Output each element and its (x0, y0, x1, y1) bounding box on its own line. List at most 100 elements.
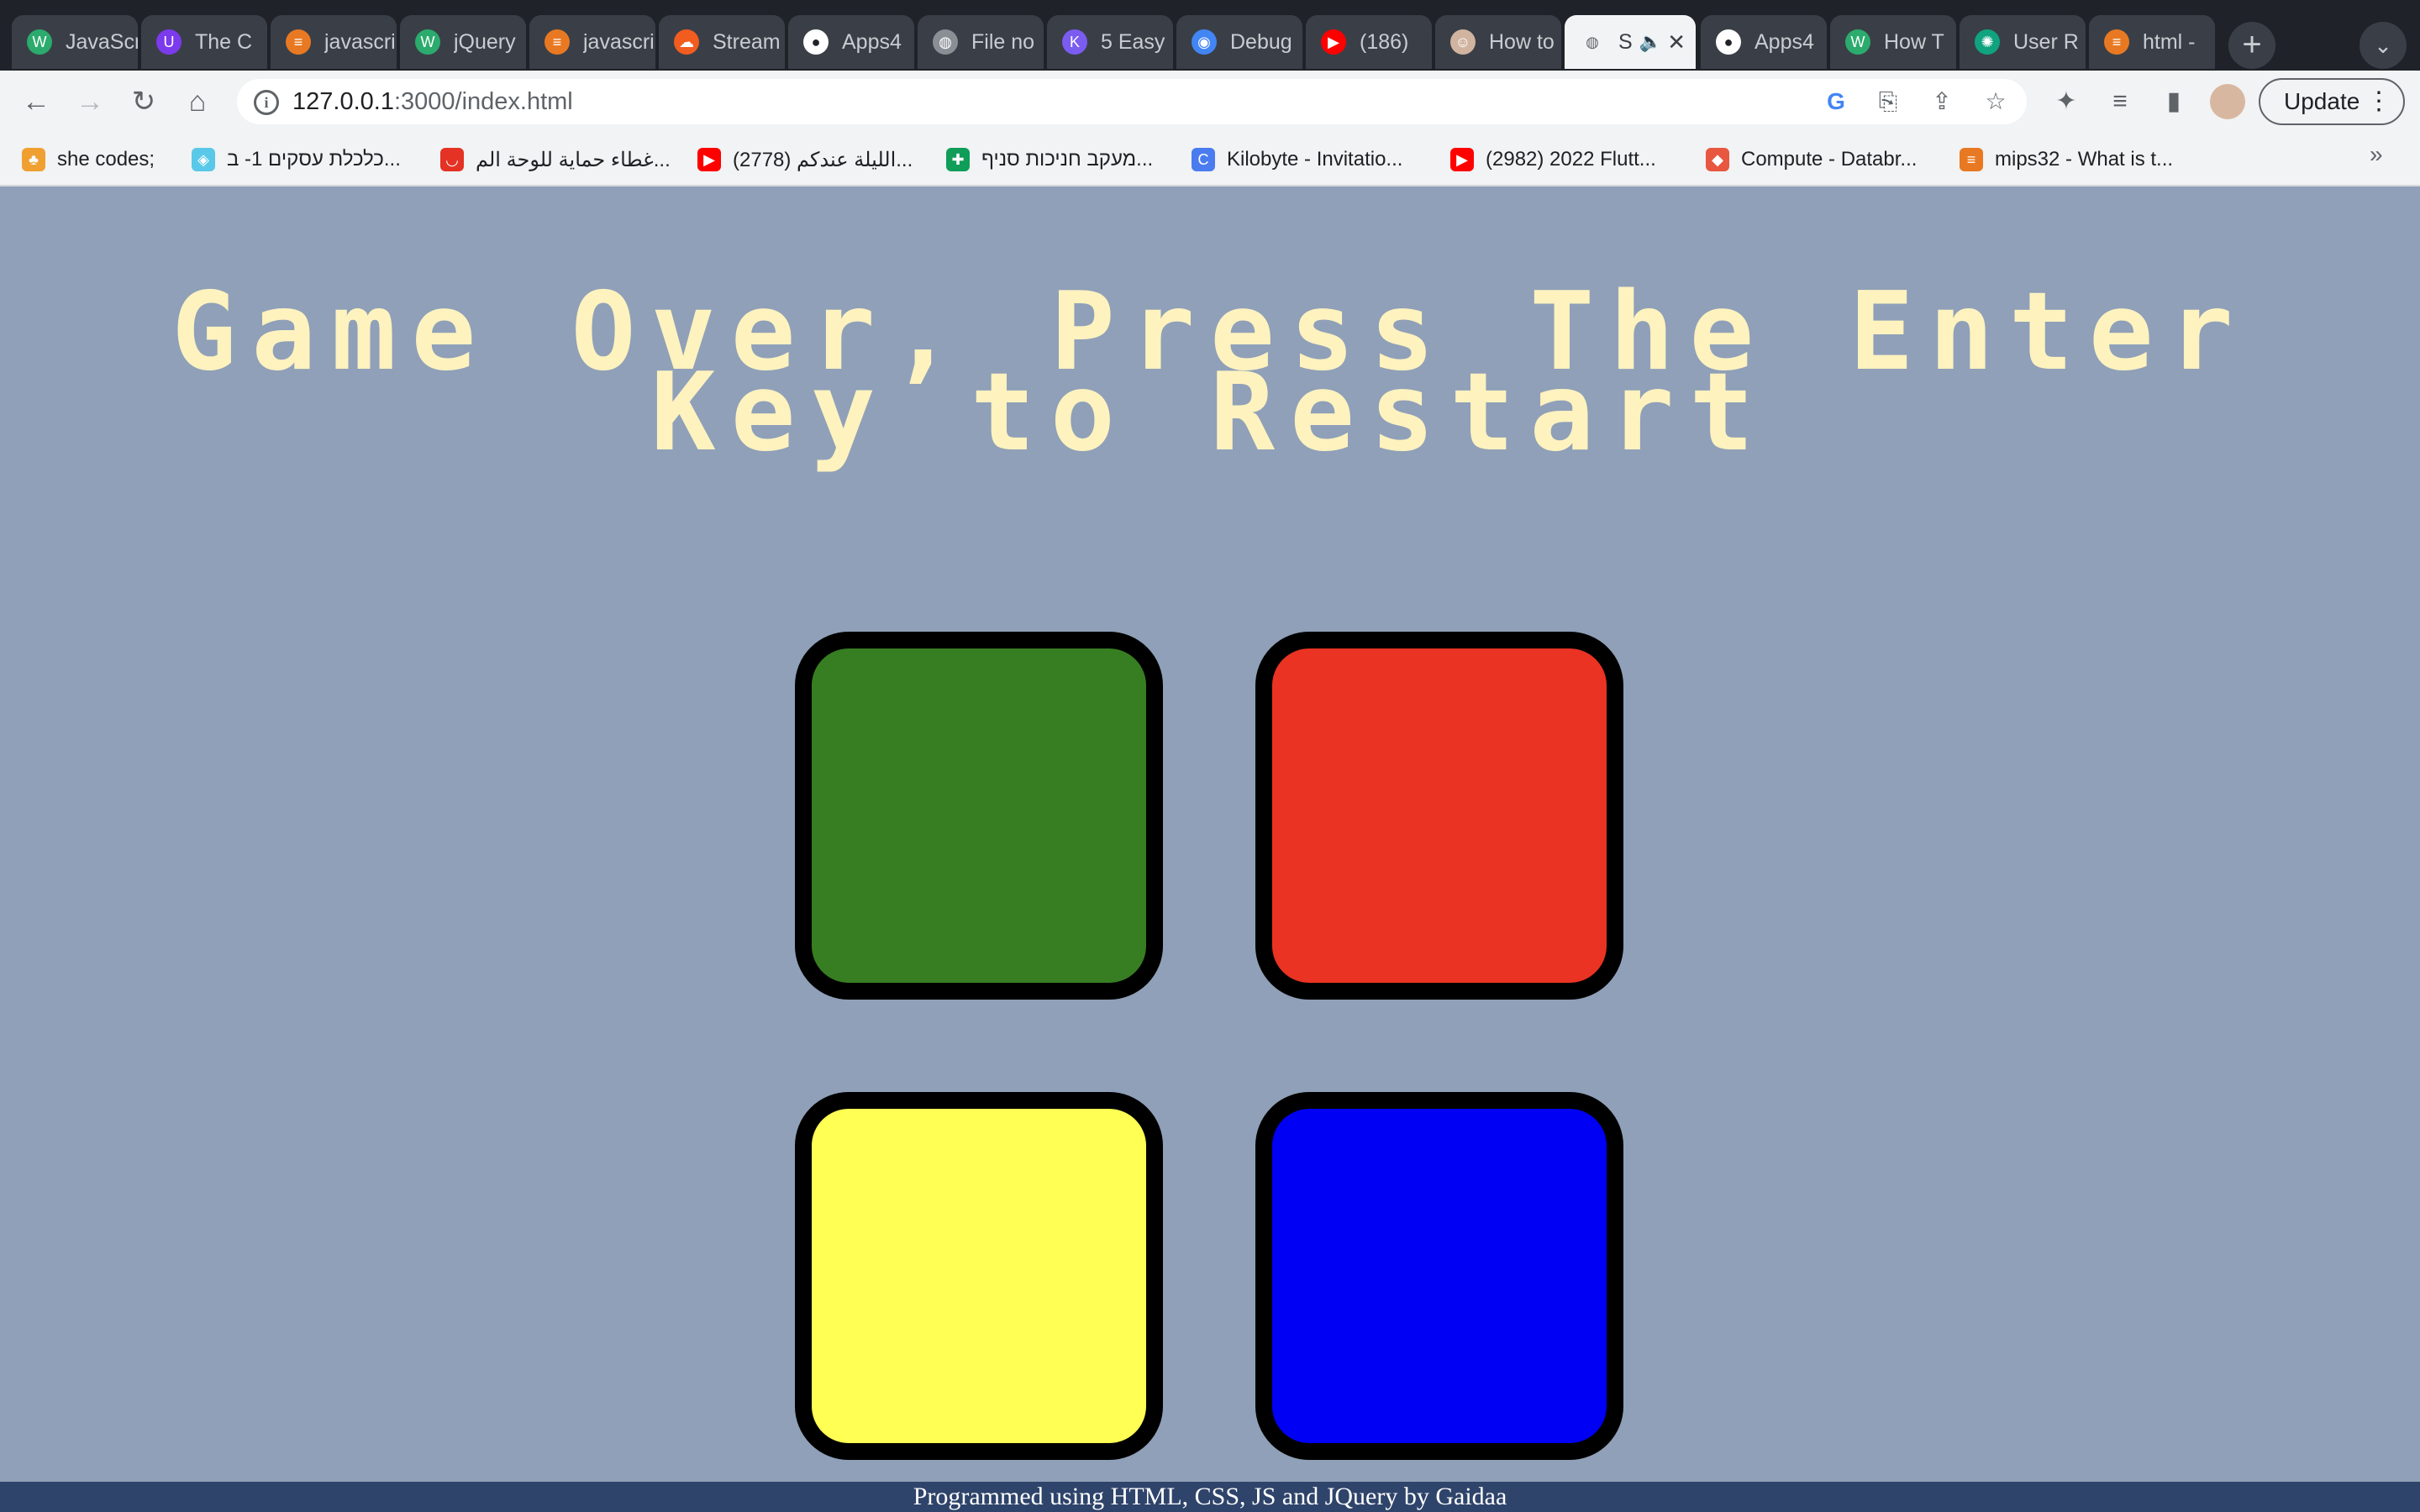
red-pad-button[interactable] (1255, 632, 1623, 1000)
bookmark-item[interactable]: ✚ מעקב חניכות סניף... (946, 144, 1153, 175)
youtube-icon: ▶ (1321, 29, 1346, 55)
bookmark-star-icon[interactable]: ☆ (1980, 86, 2012, 118)
tab-15[interactable]: ✺ User R (1960, 15, 2086, 69)
tab-title: javascript (583, 29, 655, 54)
bookmark-label: (2982) 2022 Flutt... (1486, 148, 1656, 171)
tab-title: Stream (713, 29, 781, 54)
soundcloud-icon: ☁ (674, 29, 699, 55)
tab-0[interactable]: W JavaScript (12, 15, 138, 69)
tab-6[interactable]: ● Apps4 (788, 15, 914, 69)
tab-title: How to (1489, 29, 1555, 54)
tab-5[interactable]: ☁ Stream (659, 15, 785, 69)
tab-8[interactable]: K 5 Easy (1047, 15, 1173, 69)
speaker-icon[interactable]: 🔈 (1639, 31, 1662, 53)
youtube-icon: ▶ (1450, 148, 1474, 171)
tab-2[interactable]: ≡ javascript (271, 15, 397, 69)
chrome-icon: ◉ (1192, 29, 1217, 55)
tab-title: Apps4 (1754, 29, 1814, 54)
tab-13[interactable]: ● Apps4 (1701, 15, 1827, 69)
bookmarks-overflow-icon[interactable]: » (2370, 141, 2383, 168)
tab-14[interactable]: W How T (1830, 15, 1956, 69)
yellow-pad-button[interactable] (795, 1092, 1163, 1460)
bookmark-item[interactable]: ◡ غطاء حماية للوحة الم... (440, 144, 671, 175)
bookmarks-bar: ♣ she codes; ◈ כלכלת עסקים 1- ב... ◡ غطاء حما… (0, 133, 2420, 186)
blue-pad-button[interactable] (1255, 1092, 1623, 1460)
new-tab-button[interactable]: + (2228, 22, 2275, 69)
tab-4[interactable]: ≡ javascript (529, 15, 655, 69)
side-panel-icon[interactable]: ▮ (2154, 82, 2193, 121)
translate-icon[interactable]: ⎘ (1872, 86, 1904, 118)
tab-7[interactable]: ◍ File no (918, 15, 1044, 69)
green-pad-button[interactable] (795, 632, 1163, 1000)
bookmark-item[interactable]: ≡ mips32 - What is t... (1960, 144, 2173, 175)
github-icon: ● (803, 29, 829, 55)
tab-title: The C (195, 29, 253, 54)
tab-title: (186) (1360, 29, 1409, 54)
bookmark-label: she codes; (57, 148, 155, 171)
tab-11[interactable]: ☺ How to (1435, 15, 1561, 69)
tab-title: Debug (1230, 29, 1292, 54)
tab-16[interactable]: ≡ html - (2089, 15, 2215, 69)
page-footer: Programmed using HTML, CSS, JS and JQuer… (0, 1482, 2420, 1512)
tab-title: JavaScript (66, 29, 138, 54)
back-icon[interactable]: ← (13, 79, 59, 124)
bookmark-item[interactable]: C Kilobyte - Invitatio... (1192, 144, 1402, 175)
url-text[interactable]: 127.0.0.1:3000/index.html (292, 88, 573, 116)
u-icon: U (156, 29, 182, 55)
k-icon: K (1062, 29, 1087, 55)
share-icon[interactable]: ⇪ (1926, 86, 1958, 118)
media-controls-icon[interactable]: ≡ (2101, 82, 2139, 121)
tab-10[interactable]: ▶ (186) (1306, 15, 1432, 69)
stack-icon: ≡ (1960, 148, 1983, 171)
w-icon: W (27, 29, 52, 55)
stack-icon: ≡ (286, 29, 311, 55)
url-path: :3000/index.html (393, 88, 573, 115)
tab-9[interactable]: ◉ Debug (1176, 15, 1302, 69)
bookmark-label: Compute - Databr... (1741, 148, 1918, 171)
w-icon: W (415, 29, 440, 55)
extensions-icon[interactable]: ✦ (2047, 82, 2086, 121)
forward-icon[interactable]: → (67, 79, 113, 124)
game-page: Game Over, Press The Enter Key to Restar… (0, 186, 2420, 1482)
book-icon: ◈ (192, 148, 215, 171)
update-label: Update (2284, 88, 2360, 114)
tab-1[interactable]: U The C (141, 15, 267, 69)
c-icon: C (1192, 148, 1215, 171)
databricks-icon: ◆ (1706, 148, 1729, 171)
close-tab-icon[interactable]: ✕ (1667, 29, 1686, 55)
tab-strip: WJavaScriptUThe C≡javascriptWjQuery≡java… (0, 0, 2420, 71)
home-icon[interactable]: ⌂ (175, 79, 220, 124)
she-codes-icon: ♣ (22, 148, 45, 171)
google-icon[interactable]: G (1820, 86, 1852, 118)
tab-title: File no (971, 29, 1035, 54)
bookmark-item[interactable]: ♣ she codes; (22, 144, 155, 175)
site-info-icon[interactable]: i (254, 90, 279, 115)
more-menu-icon[interactable]: ⋮ (2366, 80, 2391, 123)
bookmark-item[interactable]: ▶ (2778) الليلة عندكم... (697, 144, 913, 175)
address-bar[interactable]: i 127.0.0.1:3000/index.html G ⎘ ⇪ ☆ (237, 79, 2027, 124)
tab-search-button[interactable]: ⌄ (2360, 22, 2407, 69)
tab-3[interactable]: WjQuery (400, 15, 526, 69)
url-host: 127.0.0.1 (292, 88, 394, 115)
bookmark-label: mips32 - What is t... (1995, 148, 2174, 171)
bookmark-item[interactable]: ▶ (2982) 2022 Flutt... (1450, 144, 1656, 175)
bookmark-label: כלכלת עסקים 1- ב... (227, 148, 401, 171)
github-icon: ● (1716, 29, 1741, 55)
youtube-icon: ▶ (697, 148, 721, 171)
update-button[interactable]: Update ⋮ (2259, 78, 2405, 125)
globe-icon: ◍ (1586, 33, 1599, 50)
tab-title: Apps4 (842, 29, 902, 54)
bookmark-item[interactable]: ◆ Compute - Databr... (1706, 144, 1917, 175)
tab-title: html - (2143, 29, 2196, 54)
openai-icon: ✺ (1975, 29, 2000, 55)
tab-title: How T (1884, 29, 1944, 54)
bookmark-label: غطاء حماية للوحة الم... (476, 148, 671, 171)
profile-avatar[interactable] (2210, 84, 2245, 119)
tab-12[interactable]: ◍ S 🔈 ✕ (1565, 15, 1696, 69)
bookmark-item[interactable]: ◈ כלכלת עסקים 1- ב... (192, 144, 401, 175)
sheets-icon: ✚ (946, 148, 970, 171)
tab-title: User R (2013, 29, 2079, 54)
reload-icon[interactable]: ↻ (121, 79, 166, 124)
aliexpress-icon: ◡ (440, 148, 464, 171)
bookmark-label: מעקב חניכות סניף... (981, 148, 1154, 171)
